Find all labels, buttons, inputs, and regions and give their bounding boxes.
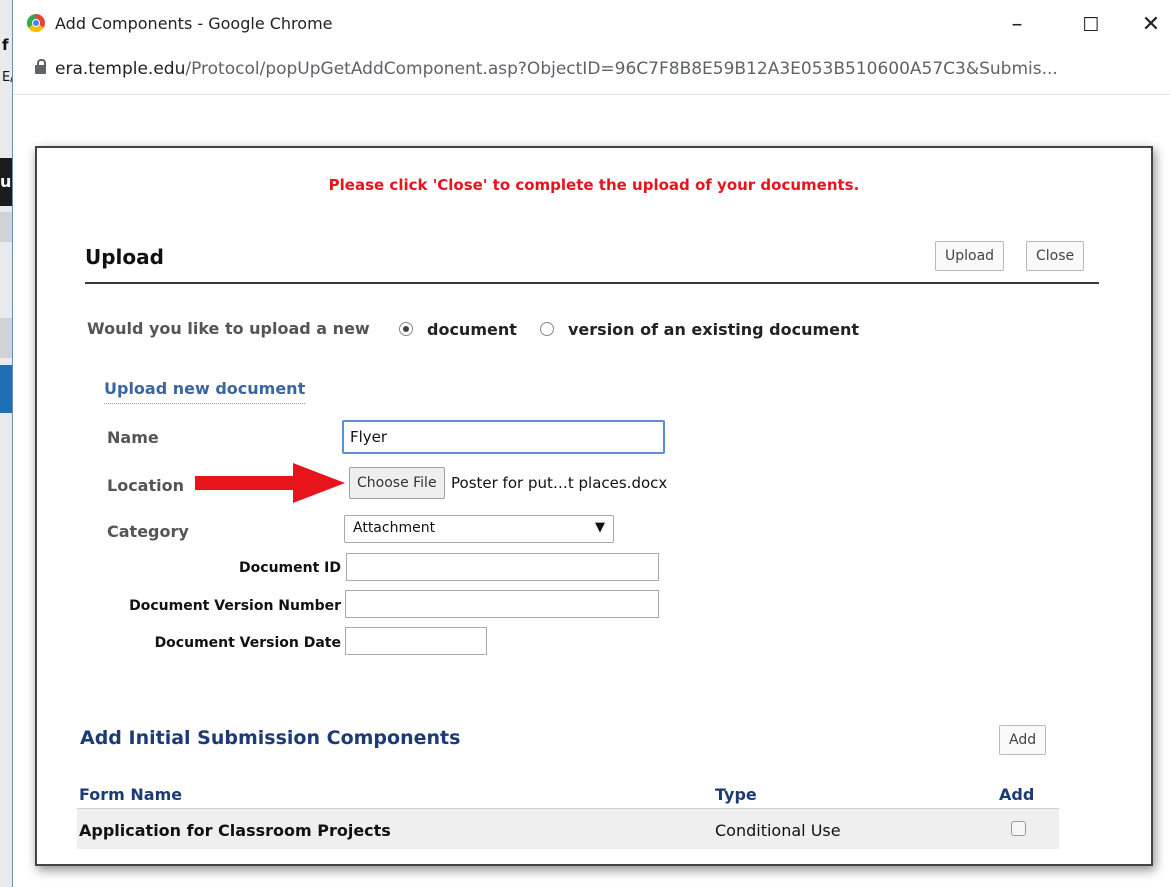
category-selected-value: Attachment [353,520,436,536]
window-title: Add Components - Google Chrome [55,14,333,33]
upload-dialog: Please click 'Close' to complete the upl… [35,146,1153,866]
row-type: Conditional Use [715,821,841,840]
column-form-name: Form Name [79,785,183,804]
name-label: Name [107,428,159,447]
document-version-number-label: Document Version Number [129,598,341,614]
radio-document-label[interactable]: document [427,320,517,339]
close-notice: Please click 'Close' to complete the upl… [328,176,860,194]
document-id-label: Document ID [239,560,341,576]
lock-icon [35,59,46,74]
document-version-number-input[interactable] [345,590,659,618]
upload-button[interactable]: Upload [935,241,1005,271]
category-select[interactable]: Attachment ▼ [344,515,614,543]
chrome-logo-icon [27,14,45,32]
components-heading: Add Initial Submission Components [80,727,461,749]
background-text: f [2,36,9,54]
name-input[interactable] [342,420,665,454]
heading-divider [85,282,1099,284]
url-path: /Protocol/popUpGetAddComponent.asp?Objec… [185,59,1058,79]
document-id-input[interactable] [346,553,659,581]
choose-file-button[interactable]: Choose File [349,467,445,499]
components-table-header: Form Name Type Add [77,782,1059,809]
document-version-date-input[interactable] [345,627,487,655]
column-add: Add [999,785,1035,804]
radio-document[interactable] [399,322,413,336]
maximize-button[interactable]: ☐ [1071,8,1111,42]
url-text[interactable]: era.temple.edu/Protocol/popUpGetAddCompo… [55,59,1058,79]
upload-new-document-title: Upload new document [104,379,306,404]
table-row: Application for Classroom Projects Condi… [77,809,1059,849]
document-version-date-label: Document Version Date [154,635,341,651]
title-bar: Add Components - Google Chrome – ☐ ✕ [13,0,1170,50]
chrome-window: Add Components - Google Chrome – ☐ ✕ era… [12,0,1170,887]
location-label: Location [107,476,184,495]
add-components-button[interactable]: Add [999,725,1047,755]
url-host: era.temple.edu [55,59,186,79]
upload-question: Would you like to upload a new [87,319,370,338]
minimize-button[interactable]: – [997,8,1037,42]
red-arrow-annotation [195,463,345,503]
upload-heading: Upload [85,245,164,269]
selected-file-name: Poster for put…t places.docx [451,474,668,492]
address-bar[interactable]: era.temple.edu/Protocol/popUpGetAddCompo… [13,50,1170,95]
category-label: Category [107,522,189,541]
dropdown-caret-icon: ▼ [595,520,605,535]
radio-version-label[interactable]: version of an existing document [568,320,859,339]
close-button[interactable]: Close [1026,241,1085,271]
column-type: Type [715,785,757,804]
row-add-checkbox[interactable] [1011,821,1026,836]
close-window-button[interactable]: ✕ [1131,8,1170,42]
radio-version[interactable] [540,322,554,336]
row-form-name: Application for Classroom Projects [79,821,391,840]
